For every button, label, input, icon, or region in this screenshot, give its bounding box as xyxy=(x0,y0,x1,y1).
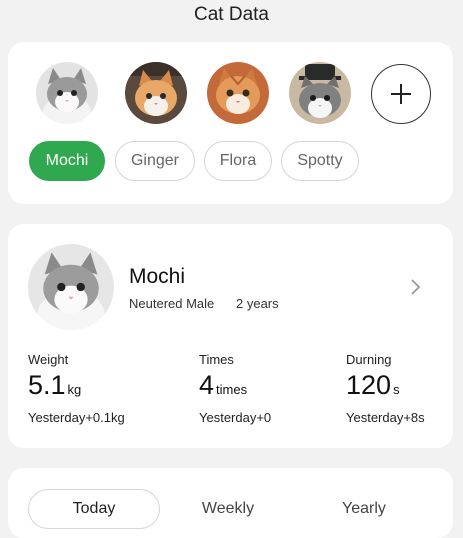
pet-chip-ginger[interactable]: Ginger xyxy=(115,141,195,181)
pet-avatar-spotty[interactable] xyxy=(289,62,351,124)
profile-avatar xyxy=(28,244,114,330)
stat-delta-weight: Yesterday+0.1kg xyxy=(28,410,125,425)
stat-delta-duration: Yesterday+8s xyxy=(346,410,425,425)
pet-avatar-ginger[interactable] xyxy=(125,62,187,124)
pet-chip-mochi[interactable]: Mochi xyxy=(29,141,105,181)
pet-profile-card[interactable]: Mochi Neutered Male 2 years Weight 5.1 kg… xyxy=(8,224,453,448)
chevron-right-icon[interactable] xyxy=(408,276,424,298)
pet-chip-spotty[interactable]: Spotty xyxy=(281,141,359,181)
pet-selector-card: Mochi Ginger Flora Spotty xyxy=(8,42,453,204)
stat-label-duration: Durning xyxy=(346,352,392,367)
page-title: Cat Data xyxy=(194,4,269,25)
stat-unit-times: times xyxy=(216,382,248,397)
stat-label-weight: Weight xyxy=(28,352,69,367)
stat-number-times: 4 xyxy=(199,370,215,400)
pet-avatar-flora[interactable] xyxy=(207,62,269,124)
profile-age: 2 years xyxy=(236,296,279,311)
add-pet-button[interactable] xyxy=(371,64,431,124)
stat-value-weight: 5.1 kg xyxy=(28,370,81,401)
period-tabs-card: Today Weekly Yearly xyxy=(8,468,453,538)
stat-number-weight: 5.1 xyxy=(28,370,66,400)
stat-delta-times: Yesterday+0 xyxy=(199,410,272,425)
plus-icon xyxy=(391,84,411,104)
stat-label-times: Times xyxy=(199,352,234,367)
profile-name: Mochi xyxy=(129,265,186,288)
stat-unit-weight: kg xyxy=(67,382,82,397)
tab-today[interactable]: Today xyxy=(28,489,160,529)
stat-value-duration: 120 s xyxy=(346,370,400,401)
stat-unit-duration: s xyxy=(393,382,400,397)
stat-number-duration: 120 xyxy=(346,370,392,400)
stat-value-times: 4 times xyxy=(199,370,247,401)
pet-avatar-mochi[interactable] xyxy=(36,62,98,124)
tab-yearly[interactable]: Yearly xyxy=(314,489,414,529)
profile-gender: Neutered Male xyxy=(129,296,215,311)
pet-chip-flora[interactable]: Flora xyxy=(204,141,272,181)
tab-weekly[interactable]: Weekly xyxy=(178,489,278,529)
